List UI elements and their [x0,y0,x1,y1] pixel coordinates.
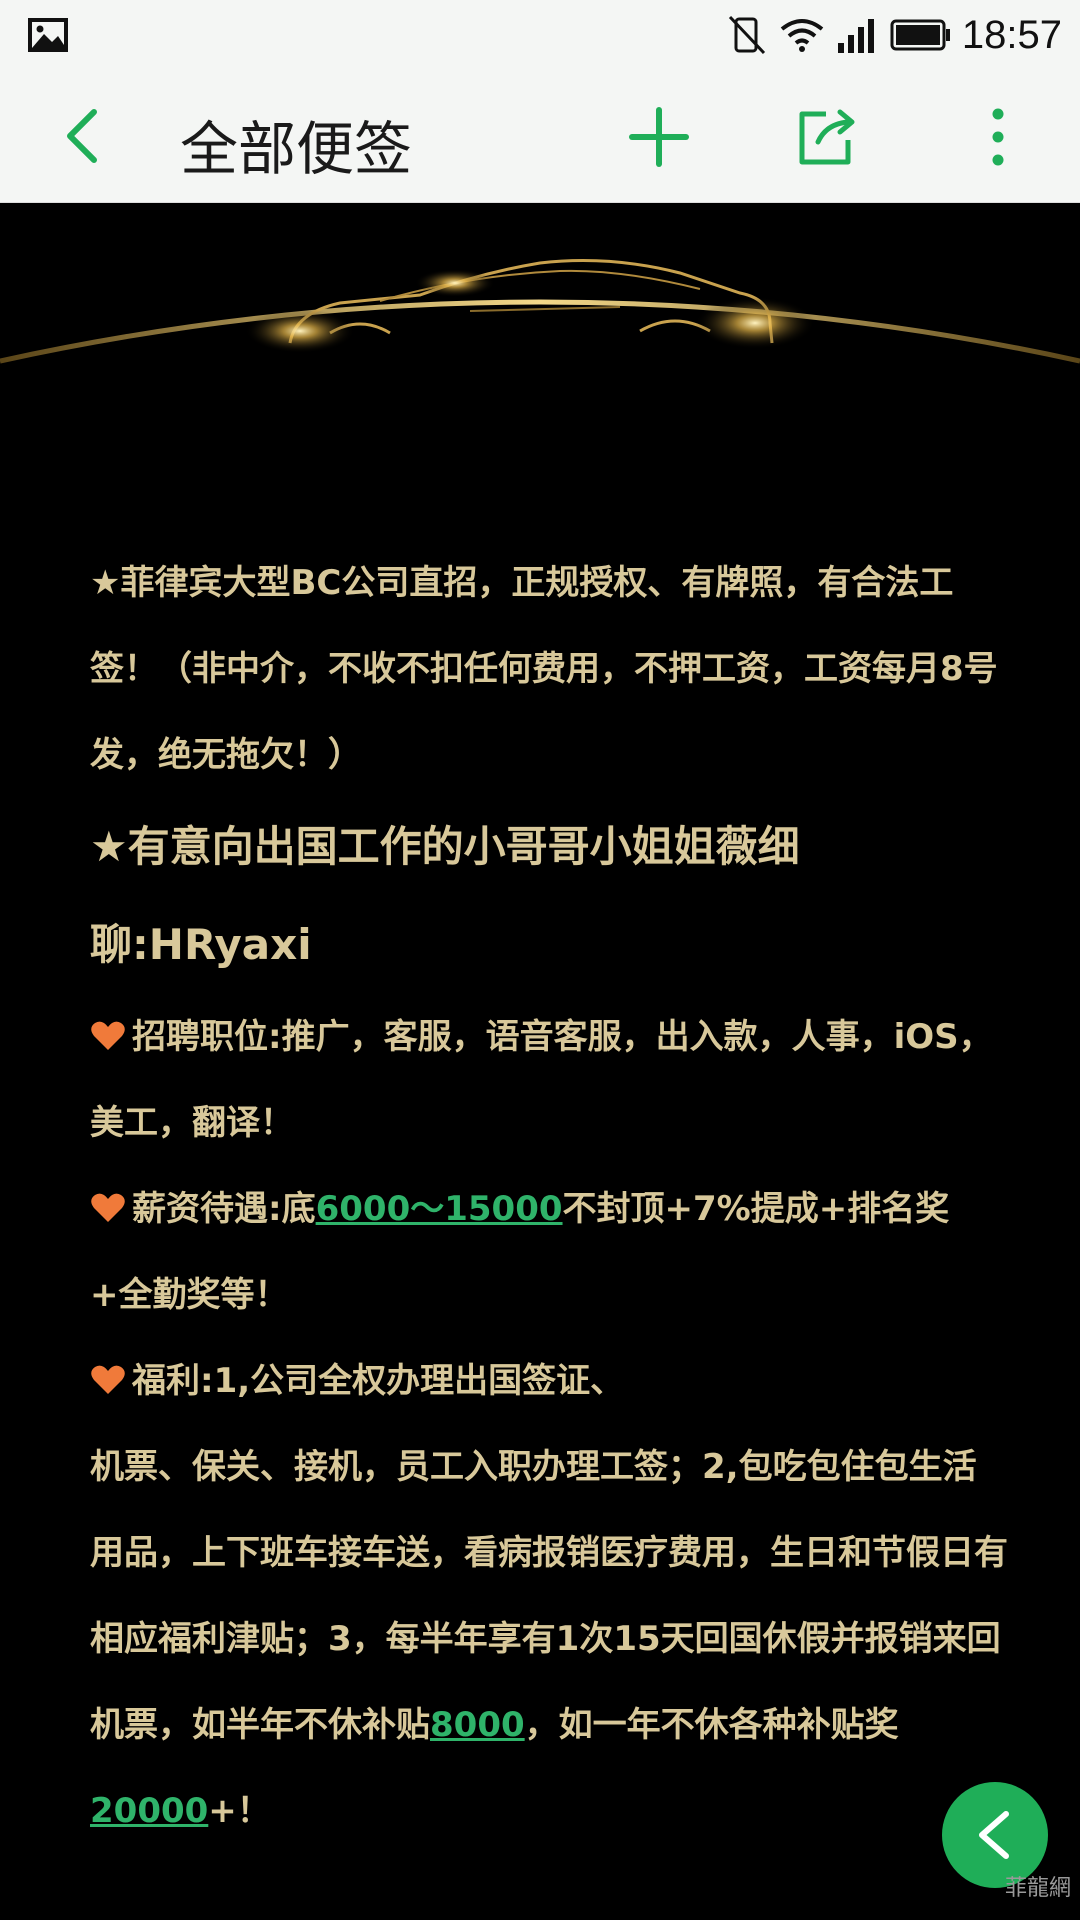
page-title: 全部便签 [180,115,413,183]
salary-range-link[interactable]: 6000～15000 [316,1189,563,1229]
gallery-icon [28,18,68,52]
note-paragraph-salary: 薪资待遇:底6000～15000不封顶+7%提成+排名奖+全勤奖等！ [90,1166,1010,1338]
collapse-chevron-icon [979,1811,1009,1859]
benefit-amount-link-8000[interactable]: 8000 [430,1705,525,1745]
car-banner-image [0,259,1080,364]
back-icon[interactable] [56,106,116,166]
more-icon[interactable] [978,106,1018,168]
salary-text-prefix: 薪资待遇:底 [132,1189,316,1229]
status-bar: 18:57 [0,0,1080,70]
note-paragraph-intro: ★菲律宾大型BC公司直招，正规授权、有牌照，有合法工签！（非中介，不收不扣任何费… [90,563,998,775]
wifi-icon [780,19,824,52]
heart-icon [91,1021,125,1050]
signal-icon [837,19,874,53]
note-content[interactable]: ★菲律宾大型BC公司直招，正规授权、有牌照，有合法工签！（非中介，不收不扣任何费… [90,540,1010,1854]
benefits-text-line1: 福利:1,公司全权办理出国签证、 [132,1361,625,1401]
benefit-amount-link-20000[interactable]: 20000 [90,1791,208,1831]
watermark: 菲龍網 [1005,1876,1072,1901]
benefits-text-middle: ，如一年不休各种补贴奖 [524,1705,899,1745]
toolbar: 全部便签 [0,70,1080,203]
benefits-text-end: +！ [208,1791,271,1831]
vibrate-off-icon [728,15,765,55]
note-paragraph-contact: ★有意向出国工作的小哥哥小姐姐薇细聊:HRyaxi [90,822,800,969]
heart-icon [91,1193,125,1222]
heart-icon [91,1365,125,1394]
add-icon[interactable] [628,106,690,168]
note-paragraph-positions: 招聘职位:推广，客服，语音客服，出入款，人事，iOS，美工，翻译！ [90,994,1010,1166]
note-paragraph-benefits: 福利:1,公司全权办理出国签证、 机票、保关、接机，员工入职办理工签；2,包吃包… [90,1338,1010,1854]
share-icon[interactable] [796,106,858,168]
battery-icon [890,19,950,51]
benefits-text: 机票、保关、接机，员工入职办理工签；2,包吃包住包生活用品，上下班车接车送，看病… [90,1447,1008,1745]
status-time: 18:57 [961,12,1062,57]
positions-text: 招聘职位:推广，客服，语音客服，出入款，人事，iOS，美工，翻译！ [90,1017,993,1143]
